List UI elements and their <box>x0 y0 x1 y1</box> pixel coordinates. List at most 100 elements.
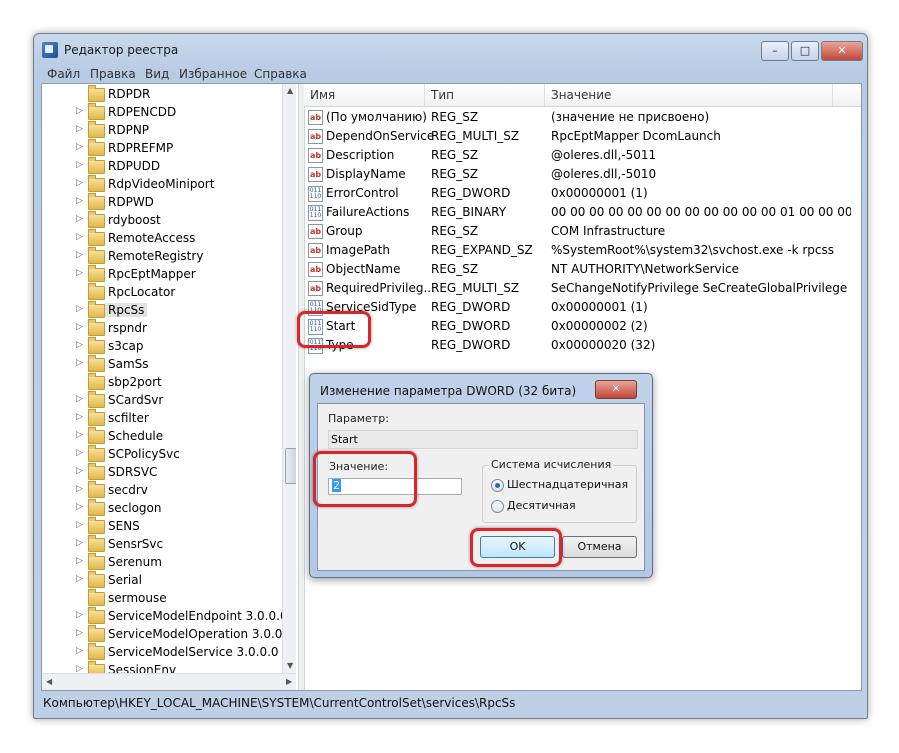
tree-item[interactable]: sbp2port <box>42 373 282 391</box>
expand-arrow-icon[interactable]: ▷ <box>76 628 83 638</box>
tree-item[interactable]: ▷ SCPolicySvc <box>42 445 282 463</box>
menu-help[interactable]: Справка <box>254 67 307 81</box>
value-row[interactable]: 011 110 FailureActions REG_BINARY 00 00 00 … <box>304 203 861 222</box>
value-row[interactable]: ab RequiredPrivileg... REG_MULTI_SZ SeChang… <box>304 279 861 298</box>
tree-item[interactable]: ▷ RemoteRegistry <box>42 247 282 265</box>
tree-item-label[interactable]: SENS <box>108 519 140 533</box>
tree-item[interactable]: ▷ RDPNP <box>42 121 282 139</box>
tree-vertical-scrollbar[interactable]: ▲ ▼ <box>282 84 296 673</box>
tree-item-label[interactable]: RDPDR <box>108 87 150 101</box>
tree-item[interactable]: ▷ SDRSVC <box>42 463 282 481</box>
column-data-header[interactable]: Значение <box>551 88 611 102</box>
expand-arrow-icon[interactable]: ▷ <box>76 646 83 656</box>
tree-item[interactable]: RpcLocator <box>42 283 282 301</box>
tree-item[interactable]: ▷ scfilter <box>42 409 282 427</box>
value-row[interactable]: ab DisplayName REG_SZ @oleres.dll,-5010 <box>304 165 861 184</box>
maximize-button[interactable]: □ <box>791 41 819 61</box>
tree-item[interactable]: ▷ RDPREFMP <box>42 139 282 157</box>
tree-item-label[interactable]: SCardSvr <box>108 393 163 407</box>
tree-item-label[interactable]: RDPENCDD <box>108 105 176 119</box>
tree-item[interactable]: ▷ ServiceModelService 3.0.0.0 <box>42 643 282 661</box>
tree-item[interactable]: ▷ RpcEptMapper <box>42 265 282 283</box>
tree-item-label[interactable]: sbp2port <box>108 375 162 389</box>
value-row[interactable]: ab Group REG_SZ COM Infrastructure <box>304 222 861 241</box>
expand-arrow-icon[interactable]: ▷ <box>76 448 83 458</box>
value-row[interactable]: 011 110 Start REG_DWORD 0x00000002 (2) <box>304 317 861 336</box>
tree-item-label[interactable]: RDPNP <box>108 123 149 137</box>
tree-item-label[interactable]: ServiceModelOperation 3.0.0.0 <box>108 627 294 641</box>
tree-item-label[interactable]: RpcLocator <box>108 285 175 299</box>
value-row[interactable]: 011 110 Type REG_DWORD 0x00000020 (32) <box>304 336 861 355</box>
radio-hex-label[interactable]: Шестнадцатеричная <box>507 478 628 491</box>
tree-item-label[interactable]: Schedule <box>108 429 163 443</box>
expand-arrow-icon[interactable]: ▷ <box>76 232 83 242</box>
tree-item[interactable]: RDPDR <box>42 85 282 103</box>
expand-arrow-icon[interactable]: ▷ <box>76 160 83 170</box>
expand-arrow-icon[interactable]: ▷ <box>76 358 83 368</box>
expand-arrow-icon[interactable]: ▷ <box>76 340 83 350</box>
radio-dec-label[interactable]: Десятичная <box>507 499 576 512</box>
expand-arrow-icon[interactable]: ▷ <box>76 610 83 620</box>
expand-arrow-icon[interactable]: ▷ <box>76 466 83 476</box>
tree-item-label[interactable]: SDRSVC <box>108 465 157 479</box>
tree-item-label[interactable]: RdpVideoMiniport <box>108 177 214 191</box>
tree-item-label[interactable]: SensrSvc <box>108 537 163 551</box>
expand-arrow-icon[interactable]: ▷ <box>76 196 83 206</box>
tree-item-label[interactable]: Serial <box>108 573 142 587</box>
tree-item-label[interactable]: RemoteAccess <box>108 231 195 245</box>
value-row[interactable]: ab Description REG_SZ @oleres.dll,-5011 <box>304 146 861 165</box>
expand-arrow-icon[interactable]: ▷ <box>76 124 83 134</box>
tree-item-label[interactable]: SamSs <box>108 357 149 371</box>
value-row[interactable]: 011 110 ServiceSidType REG_DWORD 0x00000001… <box>304 298 861 317</box>
radio-hex-button[interactable] <box>491 479 504 492</box>
tree-item[interactable]: ▷ SENS <box>42 517 282 535</box>
scroll-right-icon[interactable]: ▶ <box>286 677 292 686</box>
title-bar[interactable]: Редактор реестра – □ ✕ <box>34 34 867 64</box>
expand-arrow-icon[interactable]: ▷ <box>76 250 83 260</box>
tree-item[interactable]: ▷ Serial <box>42 571 282 589</box>
tree-item-label[interactable]: Serenum <box>108 555 162 569</box>
expand-arrow-icon[interactable]: ▷ <box>76 304 83 314</box>
tree-item-label[interactable]: rdyboost <box>108 213 161 227</box>
tree-item[interactable]: ▷ ServiceModelEndpoint 3.0.0.0 <box>42 607 288 625</box>
scroll-left-icon[interactable]: ◀ <box>46 677 52 686</box>
expand-arrow-icon[interactable]: ▷ <box>76 394 83 404</box>
tree-item[interactable]: ▷ Schedule <box>42 427 282 445</box>
tree-item-label[interactable]: s3cap <box>108 339 143 353</box>
tree-item-label[interactable]: rspndr <box>108 321 147 335</box>
expand-arrow-icon[interactable]: ▷ <box>76 412 83 422</box>
menu-edit[interactable]: Правка <box>90 67 136 81</box>
tree-item-label[interactable]: secdrv <box>108 483 148 497</box>
column-divider[interactable] <box>424 84 425 106</box>
tree-item[interactable]: ▷ SamSs <box>42 355 282 373</box>
tree-item-label[interactable]: RDPUDD <box>108 159 160 173</box>
expand-arrow-icon[interactable]: ▷ <box>76 484 83 494</box>
tree-item[interactable]: ▷ s3cap <box>42 337 282 355</box>
scroll-up-icon[interactable]: ▲ <box>287 86 293 95</box>
expand-arrow-icon[interactable]: ▷ <box>76 322 83 332</box>
tree-item[interactable]: ▷ RDPUDD <box>42 157 282 175</box>
cancel-button[interactable]: Отмена <box>562 536 637 558</box>
tree-item-label[interactable]: RpcSs <box>105 303 148 317</box>
expand-arrow-icon[interactable]: ▷ <box>76 574 83 584</box>
tree-item-label[interactable]: ServiceModelEndpoint 3.0.0.0 <box>108 609 288 623</box>
expand-arrow-icon[interactable]: ▷ <box>76 268 83 278</box>
expand-arrow-icon[interactable]: ▷ <box>76 502 83 512</box>
dialog-close-button[interactable]: ✕ <box>595 380 637 399</box>
tree-item[interactable]: ▷ RdpVideoMiniport <box>42 175 282 193</box>
tree-scroll-thumb[interactable] <box>285 448 296 484</box>
tree-item-label[interactable]: RemoteRegistry <box>108 249 203 263</box>
expand-arrow-icon[interactable]: ▷ <box>76 520 83 530</box>
tree-item-label[interactable]: RpcEptMapper <box>108 267 196 281</box>
expand-arrow-icon[interactable]: ▷ <box>76 178 83 188</box>
tree-item[interactable]: ▷ seclogon <box>42 499 282 517</box>
value-row[interactable]: ab ImagePath REG_EXPAND_SZ %SystemRoot%\sys… <box>304 241 861 260</box>
tree-item[interactable]: ▷ ServiceModelOperation 3.0.0.0 <box>42 625 294 643</box>
close-button[interactable]: ✕ <box>821 41 863 61</box>
tree-item-label[interactable]: RDPREFMP <box>108 141 173 155</box>
tree-item[interactable]: ▷ SCardSvr <box>42 391 282 409</box>
value-row[interactable]: ab ObjectName REG_SZ NT AUTHORITY\NetworkSe… <box>304 260 861 279</box>
tree-item-label[interactable]: ServiceModelService 3.0.0.0 <box>108 645 279 659</box>
tree-item-label[interactable]: scfilter <box>108 411 149 425</box>
tree-item[interactable]: ▷ RDPWD <box>42 193 282 211</box>
